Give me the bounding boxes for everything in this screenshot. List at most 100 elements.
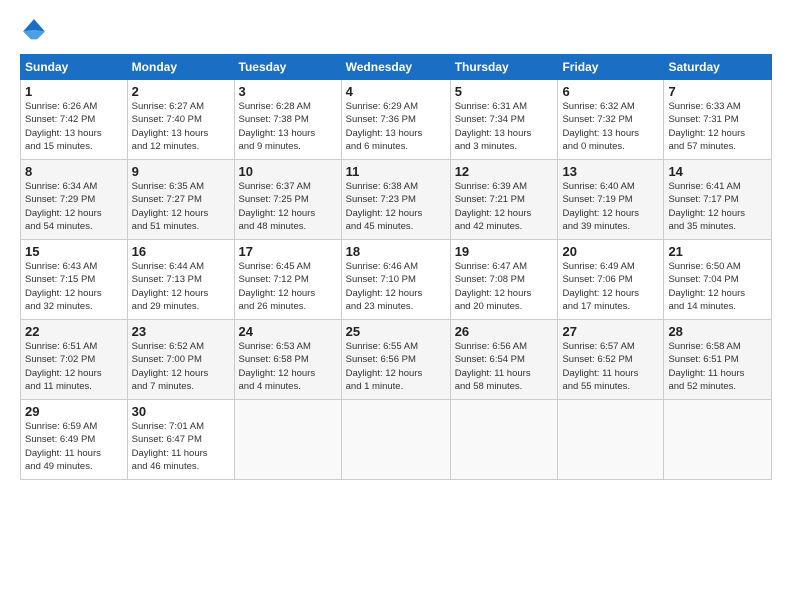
day-info: Sunrise: 6:29 AM Sunset: 7:36 PM Dayligh… xyxy=(346,100,446,153)
day-number: 14 xyxy=(668,164,767,179)
day-number: 27 xyxy=(562,324,659,339)
calendar-cell: 5Sunrise: 6:31 AM Sunset: 7:34 PM Daylig… xyxy=(450,80,558,160)
calendar-cell: 22Sunrise: 6:51 AM Sunset: 7:02 PM Dayli… xyxy=(21,320,128,400)
calendar-cell: 4Sunrise: 6:29 AM Sunset: 7:36 PM Daylig… xyxy=(341,80,450,160)
day-number: 6 xyxy=(562,84,659,99)
calendar-cell: 9Sunrise: 6:35 AM Sunset: 7:27 PM Daylig… xyxy=(127,160,234,240)
day-number: 5 xyxy=(455,84,554,99)
day-number: 1 xyxy=(25,84,123,99)
day-info: Sunrise: 6:47 AM Sunset: 7:08 PM Dayligh… xyxy=(455,260,554,313)
day-number: 4 xyxy=(346,84,446,99)
weekday-header: Tuesday xyxy=(234,55,341,80)
day-info: Sunrise: 7:01 AM Sunset: 6:47 PM Dayligh… xyxy=(132,420,230,473)
day-number: 12 xyxy=(455,164,554,179)
calendar-cell: 16Sunrise: 6:44 AM Sunset: 7:13 PM Dayli… xyxy=(127,240,234,320)
calendar-week-row: 29Sunrise: 6:59 AM Sunset: 6:49 PM Dayli… xyxy=(21,400,772,480)
day-info: Sunrise: 6:39 AM Sunset: 7:21 PM Dayligh… xyxy=(455,180,554,233)
calendar: SundayMondayTuesdayWednesdayThursdayFrid… xyxy=(20,54,772,480)
logo-icon xyxy=(20,16,48,44)
logo xyxy=(20,16,52,44)
calendar-cell xyxy=(664,400,772,480)
calendar-cell: 20Sunrise: 6:49 AM Sunset: 7:06 PM Dayli… xyxy=(558,240,664,320)
day-number: 23 xyxy=(132,324,230,339)
day-info: Sunrise: 6:41 AM Sunset: 7:17 PM Dayligh… xyxy=(668,180,767,233)
day-info: Sunrise: 6:46 AM Sunset: 7:10 PM Dayligh… xyxy=(346,260,446,313)
day-info: Sunrise: 6:44 AM Sunset: 7:13 PM Dayligh… xyxy=(132,260,230,313)
calendar-cell: 10Sunrise: 6:37 AM Sunset: 7:25 PM Dayli… xyxy=(234,160,341,240)
calendar-cell: 6Sunrise: 6:32 AM Sunset: 7:32 PM Daylig… xyxy=(558,80,664,160)
calendar-cell: 24Sunrise: 6:53 AM Sunset: 6:58 PM Dayli… xyxy=(234,320,341,400)
day-info: Sunrise: 6:28 AM Sunset: 7:38 PM Dayligh… xyxy=(239,100,337,153)
day-info: Sunrise: 6:51 AM Sunset: 7:02 PM Dayligh… xyxy=(25,340,123,393)
day-number: 9 xyxy=(132,164,230,179)
weekday-header: Wednesday xyxy=(341,55,450,80)
calendar-cell: 14Sunrise: 6:41 AM Sunset: 7:17 PM Dayli… xyxy=(664,160,772,240)
day-info: Sunrise: 6:26 AM Sunset: 7:42 PM Dayligh… xyxy=(25,100,123,153)
day-number: 19 xyxy=(455,244,554,259)
day-number: 28 xyxy=(668,324,767,339)
calendar-cell: 17Sunrise: 6:45 AM Sunset: 7:12 PM Dayli… xyxy=(234,240,341,320)
day-info: Sunrise: 6:43 AM Sunset: 7:15 PM Dayligh… xyxy=(25,260,123,313)
day-number: 26 xyxy=(455,324,554,339)
calendar-cell: 13Sunrise: 6:40 AM Sunset: 7:19 PM Dayli… xyxy=(558,160,664,240)
page: SundayMondayTuesdayWednesdayThursdayFrid… xyxy=(0,0,792,612)
day-info: Sunrise: 6:34 AM Sunset: 7:29 PM Dayligh… xyxy=(25,180,123,233)
calendar-cell: 30Sunrise: 7:01 AM Sunset: 6:47 PM Dayli… xyxy=(127,400,234,480)
day-info: Sunrise: 6:35 AM Sunset: 7:27 PM Dayligh… xyxy=(132,180,230,233)
day-number: 11 xyxy=(346,164,446,179)
calendar-header-row: SundayMondayTuesdayWednesdayThursdayFrid… xyxy=(21,55,772,80)
weekday-header: Saturday xyxy=(664,55,772,80)
calendar-cell: 18Sunrise: 6:46 AM Sunset: 7:10 PM Dayli… xyxy=(341,240,450,320)
day-number: 29 xyxy=(25,404,123,419)
day-info: Sunrise: 6:55 AM Sunset: 6:56 PM Dayligh… xyxy=(346,340,446,393)
day-info: Sunrise: 6:59 AM Sunset: 6:49 PM Dayligh… xyxy=(25,420,123,473)
day-info: Sunrise: 6:27 AM Sunset: 7:40 PM Dayligh… xyxy=(132,100,230,153)
calendar-cell: 19Sunrise: 6:47 AM Sunset: 7:08 PM Dayli… xyxy=(450,240,558,320)
day-number: 20 xyxy=(562,244,659,259)
day-number: 8 xyxy=(25,164,123,179)
calendar-cell: 7Sunrise: 6:33 AM Sunset: 7:31 PM Daylig… xyxy=(664,80,772,160)
day-info: Sunrise: 6:31 AM Sunset: 7:34 PM Dayligh… xyxy=(455,100,554,153)
day-number: 15 xyxy=(25,244,123,259)
calendar-cell: 21Sunrise: 6:50 AM Sunset: 7:04 PM Dayli… xyxy=(664,240,772,320)
weekday-header: Monday xyxy=(127,55,234,80)
day-info: Sunrise: 6:33 AM Sunset: 7:31 PM Dayligh… xyxy=(668,100,767,153)
day-number: 22 xyxy=(25,324,123,339)
day-number: 7 xyxy=(668,84,767,99)
calendar-cell: 3Sunrise: 6:28 AM Sunset: 7:38 PM Daylig… xyxy=(234,80,341,160)
day-number: 25 xyxy=(346,324,446,339)
day-number: 17 xyxy=(239,244,337,259)
day-number: 3 xyxy=(239,84,337,99)
day-number: 10 xyxy=(239,164,337,179)
calendar-cell: 2Sunrise: 6:27 AM Sunset: 7:40 PM Daylig… xyxy=(127,80,234,160)
day-info: Sunrise: 6:37 AM Sunset: 7:25 PM Dayligh… xyxy=(239,180,337,233)
day-info: Sunrise: 6:38 AM Sunset: 7:23 PM Dayligh… xyxy=(346,180,446,233)
header xyxy=(20,16,772,44)
day-info: Sunrise: 6:56 AM Sunset: 6:54 PM Dayligh… xyxy=(455,340,554,393)
calendar-cell: 29Sunrise: 6:59 AM Sunset: 6:49 PM Dayli… xyxy=(21,400,128,480)
calendar-cell xyxy=(558,400,664,480)
day-info: Sunrise: 6:45 AM Sunset: 7:12 PM Dayligh… xyxy=(239,260,337,313)
day-number: 30 xyxy=(132,404,230,419)
calendar-week-row: 15Sunrise: 6:43 AM Sunset: 7:15 PM Dayli… xyxy=(21,240,772,320)
weekday-header: Sunday xyxy=(21,55,128,80)
day-info: Sunrise: 6:53 AM Sunset: 6:58 PM Dayligh… xyxy=(239,340,337,393)
calendar-cell: 1Sunrise: 6:26 AM Sunset: 7:42 PM Daylig… xyxy=(21,80,128,160)
calendar-week-row: 1Sunrise: 6:26 AM Sunset: 7:42 PM Daylig… xyxy=(21,80,772,160)
calendar-cell: 15Sunrise: 6:43 AM Sunset: 7:15 PM Dayli… xyxy=(21,240,128,320)
calendar-cell: 8Sunrise: 6:34 AM Sunset: 7:29 PM Daylig… xyxy=(21,160,128,240)
calendar-cell: 12Sunrise: 6:39 AM Sunset: 7:21 PM Dayli… xyxy=(450,160,558,240)
day-number: 13 xyxy=(562,164,659,179)
weekday-header: Thursday xyxy=(450,55,558,80)
calendar-week-row: 8Sunrise: 6:34 AM Sunset: 7:29 PM Daylig… xyxy=(21,160,772,240)
day-number: 16 xyxy=(132,244,230,259)
calendar-week-row: 22Sunrise: 6:51 AM Sunset: 7:02 PM Dayli… xyxy=(21,320,772,400)
day-info: Sunrise: 6:57 AM Sunset: 6:52 PM Dayligh… xyxy=(562,340,659,393)
day-number: 21 xyxy=(668,244,767,259)
calendar-cell xyxy=(234,400,341,480)
day-info: Sunrise: 6:49 AM Sunset: 7:06 PM Dayligh… xyxy=(562,260,659,313)
calendar-cell: 27Sunrise: 6:57 AM Sunset: 6:52 PM Dayli… xyxy=(558,320,664,400)
calendar-cell xyxy=(450,400,558,480)
calendar-cell: 28Sunrise: 6:58 AM Sunset: 6:51 PM Dayli… xyxy=(664,320,772,400)
calendar-cell: 23Sunrise: 6:52 AM Sunset: 7:00 PM Dayli… xyxy=(127,320,234,400)
